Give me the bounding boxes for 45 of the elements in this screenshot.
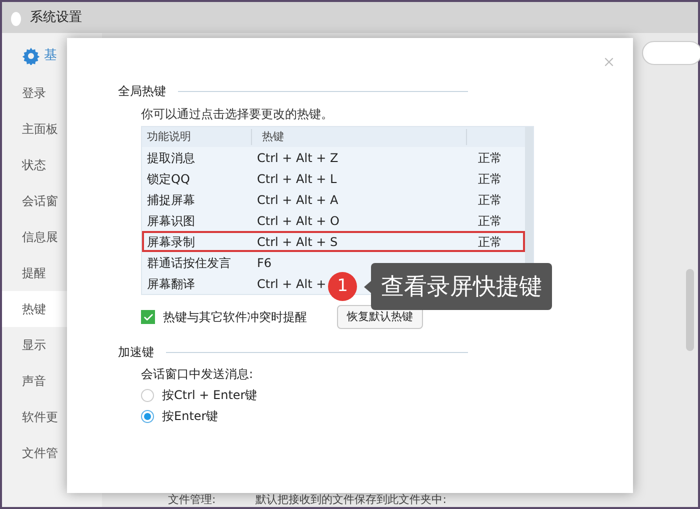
table-cell: Ctrl + Alt + Z [257,150,338,164]
close-icon [602,55,616,69]
table-cell: 捕捉屏幕 [147,192,195,206]
table-row[interactable]: 屏幕录制 Ctrl + Alt + S 正常 [142,231,525,252]
table-cell: Ctrl + Alt + S [257,234,338,248]
table-cell: 提取消息 [147,150,195,164]
radio-button[interactable] [141,410,154,422]
window-title: 系统设置 [30,8,82,27]
column-header[interactable]: 热键 [252,128,467,146]
table-cell-text: 正常 [478,150,502,166]
setting-label: 文件管理: [168,493,216,507]
table-cell: 锁定QQ [147,172,190,186]
section-title: 加速键 [118,344,154,361]
table-cell: 屏幕录制 [147,234,195,248]
radio-button[interactable] [141,388,154,402]
table-cell: F6 [257,256,272,270]
radio-label: 按Ctrl + Enter键 [162,387,258,404]
prompt-text: 会话窗口中发送消息: [141,366,254,383]
setting-description: 默认把接收到的文件保存到此文件夹中: [256,493,446,507]
search-field[interactable] [642,41,700,65]
table-cell: 屏幕识图 [147,214,195,228]
table-row[interactable]: 锁定QQ Ctrl + Alt + L 正常 [142,168,525,189]
table-cell-text: 正常 [478,170,502,188]
scrollbar[interactable] [686,269,694,351]
table-cell: Ctrl + Alt + [257,276,326,290]
table-cell: Ctrl + Alt + O [257,214,340,228]
table-cell: Ctrl + Alt + L [257,172,337,186]
check-icon [142,312,154,322]
callout-tooltip: 查看录屏快捷键 [371,263,552,310]
table-cell: 屏幕翻译 [147,276,195,290]
hint-text: 你可以通过点击选择要更改的热键。 [141,106,334,123]
table-cell-text: 正常 [478,192,502,208]
table-cell: 群通话按住发言 [147,256,231,270]
table-row[interactable]: 屏幕识图 Ctrl + Alt + O 正常 [142,210,525,231]
radio-label: 按Enter键 [162,408,218,425]
table-row[interactable]: 提取消息 Ctrl + Alt + Z 正常 [142,147,525,168]
section-title: 全局热键 [118,83,166,100]
checkbox-label: 热键与其它软件冲突时提醒 [163,309,308,326]
column-header[interactable]: 功能说明 [142,128,252,146]
table-cell-text: 正常 [478,234,502,250]
gear-icon [22,47,40,65]
table-cell-text: 正常 [478,212,502,230]
conflict-checkbox[interactable] [141,310,155,324]
table-cell: Ctrl + Alt + A [257,192,338,206]
table-row[interactable]: 捕捉屏幕 Ctrl + Alt + A 正常 [142,189,525,210]
